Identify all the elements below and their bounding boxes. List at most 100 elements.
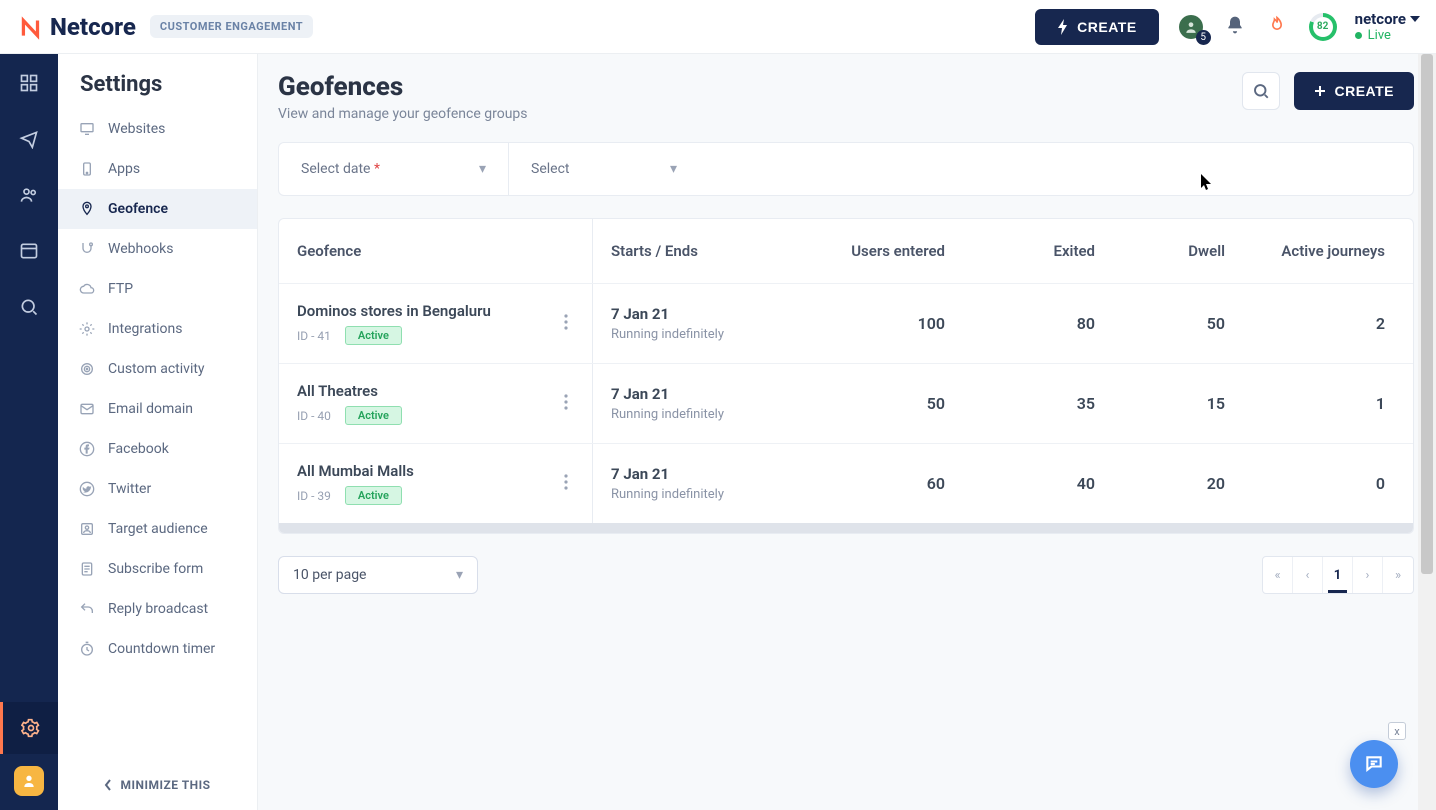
dashboard-icon[interactable]: [18, 72, 40, 94]
chat-close[interactable]: x: [1388, 722, 1406, 740]
table-row[interactable]: Dominos stores in BengaluruID - 41Active…: [279, 283, 1413, 363]
page-first[interactable]: «: [1263, 557, 1293, 593]
table-row[interactable]: All TheatresID - 40Active7 Jan 21Running…: [279, 363, 1413, 443]
person-icon: [1184, 20, 1198, 34]
reply-icon: [78, 600, 96, 618]
row-running: Running indefinitely: [611, 407, 775, 422]
row-journeys: 1: [1243, 394, 1403, 413]
brand-logo: Netcore: [18, 13, 136, 41]
page-current[interactable]: 1: [1323, 557, 1353, 593]
bell-icon[interactable]: [1225, 15, 1245, 39]
header-create-label: CREATE: [1077, 19, 1137, 35]
org-status: Live: [1368, 28, 1391, 44]
row-running: Running indefinitely: [611, 487, 775, 502]
settings-rail-item[interactable]: [0, 702, 58, 754]
sidebar-item-countdown-timer[interactable]: Countdown timer: [58, 629, 257, 669]
page-title: Geofences: [278, 72, 528, 102]
sidebar-item-reply-broadcast[interactable]: Reply broadcast: [58, 589, 257, 629]
help-icon[interactable]: [14, 766, 44, 796]
row-dwell: 15: [1113, 394, 1243, 413]
table-row[interactable]: All Mumbai MallsID - 39Active7 Jan 21Run…: [279, 443, 1413, 523]
row-exited: 35: [963, 394, 1113, 413]
select-filter-label: Select: [531, 161, 569, 177]
mail-icon: [78, 400, 96, 418]
create-geofence-button[interactable]: CREATE: [1294, 72, 1414, 110]
sidebar-item-label: Geofence: [108, 201, 168, 217]
sidebar-item-label: Reply broadcast: [108, 601, 208, 617]
window-scrollbar[interactable]: [1418, 54, 1436, 810]
row-actions-kebab[interactable]: [558, 388, 574, 420]
content-icon[interactable]: [18, 240, 40, 262]
status-badge: Active: [345, 486, 402, 505]
select-filter[interactable]: Select ▾: [509, 143, 699, 195]
plus-icon: [1314, 85, 1326, 97]
col-geofence: Geofence: [279, 219, 593, 283]
sidebar-item-facebook[interactable]: Facebook: [58, 429, 257, 469]
chevron-down-icon: ▾: [670, 161, 677, 177]
table-hscrollbar[interactable]: [279, 523, 1413, 533]
chat-fab[interactable]: [1350, 740, 1398, 788]
create-label: CREATE: [1334, 83, 1394, 99]
page-last[interactable]: »: [1383, 557, 1413, 593]
sidebar-item-email-domain[interactable]: Email domain: [58, 389, 257, 429]
date-filter[interactable]: Select date * ▾: [279, 143, 509, 195]
sidebar-item-label: Countdown timer: [108, 641, 215, 657]
campaigns-icon[interactable]: [18, 128, 40, 150]
sidebar-item-label: Facebook: [108, 441, 169, 457]
sidebar-item-apps[interactable]: Apps: [58, 149, 257, 189]
minimize-sidebar[interactable]: MINIMIZE THIS: [58, 760, 257, 810]
per-page-label: 10 per page: [293, 567, 366, 583]
per-page-select[interactable]: 10 per page ▾: [278, 556, 478, 594]
col-journeys: Active journeys: [1243, 242, 1403, 260]
sidebar-item-ftp[interactable]: FTP: [58, 269, 257, 309]
geofence-name: All Mumbai Malls: [297, 462, 414, 480]
sidebar-item-twitter[interactable]: Twitter: [58, 469, 257, 509]
col-entered: Users entered: [793, 242, 963, 260]
brand-name: Netcore: [50, 13, 136, 41]
audience-icon[interactable]: [18, 184, 40, 206]
geofence-table: Geofence Starts / Ends Users entered Exi…: [278, 218, 1414, 534]
flame-icon[interactable]: [1267, 14, 1287, 40]
page-subtitle: View and manage your geofence groups: [278, 106, 528, 122]
status-badge: Active: [345, 406, 402, 425]
gear-integr-icon: [78, 320, 96, 338]
sidebar-item-label: Websites: [108, 121, 165, 137]
row-dwell: 20: [1113, 474, 1243, 493]
sidebar-item-target-audience[interactable]: Target audience: [58, 509, 257, 549]
notification-count-badge: 5: [1196, 30, 1211, 45]
cursor-icon: [1200, 174, 1214, 192]
health-score[interactable]: 82: [1309, 13, 1337, 41]
target-icon: [78, 360, 96, 378]
row-entered: 50: [793, 394, 963, 413]
page-next[interactable]: ›: [1353, 557, 1383, 593]
chevron-down-icon: ▾: [479, 161, 486, 177]
pagination: « ‹ 1 › »: [1262, 556, 1414, 594]
row-actions-kebab[interactable]: [558, 468, 574, 500]
chevron-left-icon: [104, 779, 112, 791]
announcements-avatar[interactable]: 5: [1179, 15, 1203, 39]
sidebar-item-webhooks[interactable]: Webhooks: [58, 229, 257, 269]
sidebar-item-geofence[interactable]: Geofence: [58, 189, 257, 229]
sidebar-item-label: Custom activity: [108, 361, 205, 377]
sidebar-item-label: Subscribe form: [108, 561, 203, 577]
netcore-logo-icon: [18, 14, 44, 40]
sidebar-item-custom-activity[interactable]: Custom activity: [58, 349, 257, 389]
page-prev[interactable]: ‹: [1293, 557, 1323, 593]
row-actions-kebab[interactable]: [558, 308, 574, 340]
sidebar-item-integrations[interactable]: Integrations: [58, 309, 257, 349]
twitter-icon: [78, 480, 96, 498]
analytics-icon[interactable]: [18, 296, 40, 318]
col-dwell: Dwell: [1113, 242, 1243, 260]
date-filter-label: Select date: [301, 161, 370, 177]
sidebar-item-websites[interactable]: Websites: [58, 109, 257, 149]
row-date: 7 Jan 21: [611, 465, 775, 483]
search-button[interactable]: [1242, 72, 1280, 110]
header-create-button[interactable]: CREATE: [1035, 9, 1159, 45]
nav-rail: [0, 54, 58, 810]
row-date: 7 Jan 21: [611, 385, 775, 403]
health-score-value: 82: [1317, 21, 1328, 32]
sidebar-item-subscribe-form[interactable]: Subscribe form: [58, 549, 257, 589]
phone-icon: [78, 160, 96, 178]
org-switcher[interactable]: netcore Live: [1355, 10, 1420, 44]
gear-icon: [20, 717, 42, 739]
